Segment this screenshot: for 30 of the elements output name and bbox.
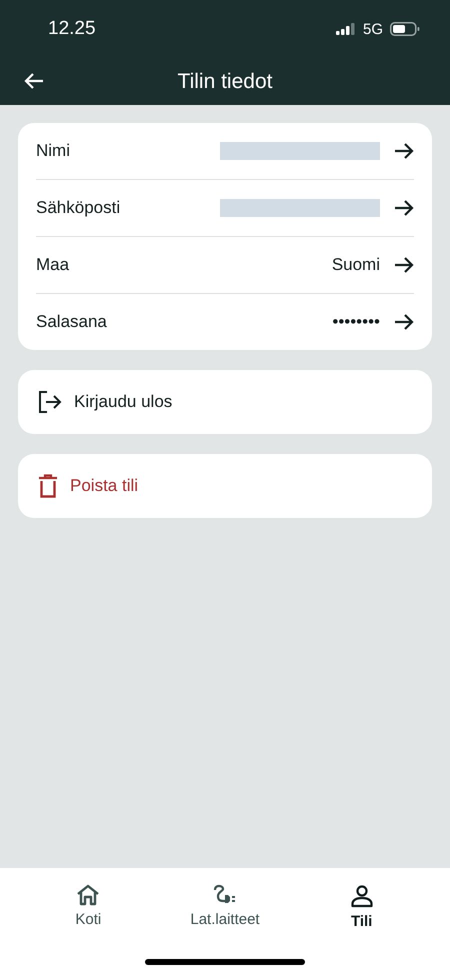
signal-icon [336,23,356,35]
network-label: 5G [362,20,383,38]
account-row[interactable]: Salasana •••••••• [36,294,414,350]
arrow-right-icon [394,313,414,331]
screen-title: Tilin tiedot [178,70,272,94]
account-row[interactable]: Nimi [36,123,414,180]
delete-account-button[interactable]: Poista tili [18,454,432,518]
trash-icon [38,474,58,498]
field-value: •••••••• [332,312,380,332]
tab[interactable]: Lat.laitteet [160,868,290,929]
account-row[interactable]: Sähköposti [36,180,414,237]
tab[interactable]: Tili [296,868,427,931]
field-label: Salasana [36,312,107,332]
field-label: Nimi [36,141,70,161]
tab[interactable]: Koti [23,868,154,929]
field-label: Sähköposti [36,198,120,218]
arrow-right-icon [394,256,414,274]
status-time: 12.25 [48,18,96,40]
field-value: Suomi [332,255,380,275]
battery-icon [390,22,420,36]
account-row[interactable]: Maa Suomi [36,237,414,294]
field-label: Maa [36,255,70,275]
person-icon [350,884,374,908]
home-icon [76,884,100,906]
arrow-right-icon [394,142,414,160]
logout-icon [38,390,62,414]
logout-button[interactable]: Kirjaudu ulos [18,370,432,434]
plug-icon [212,884,238,906]
back-arrow-icon [24,72,44,90]
arrow-right-icon [394,199,414,217]
